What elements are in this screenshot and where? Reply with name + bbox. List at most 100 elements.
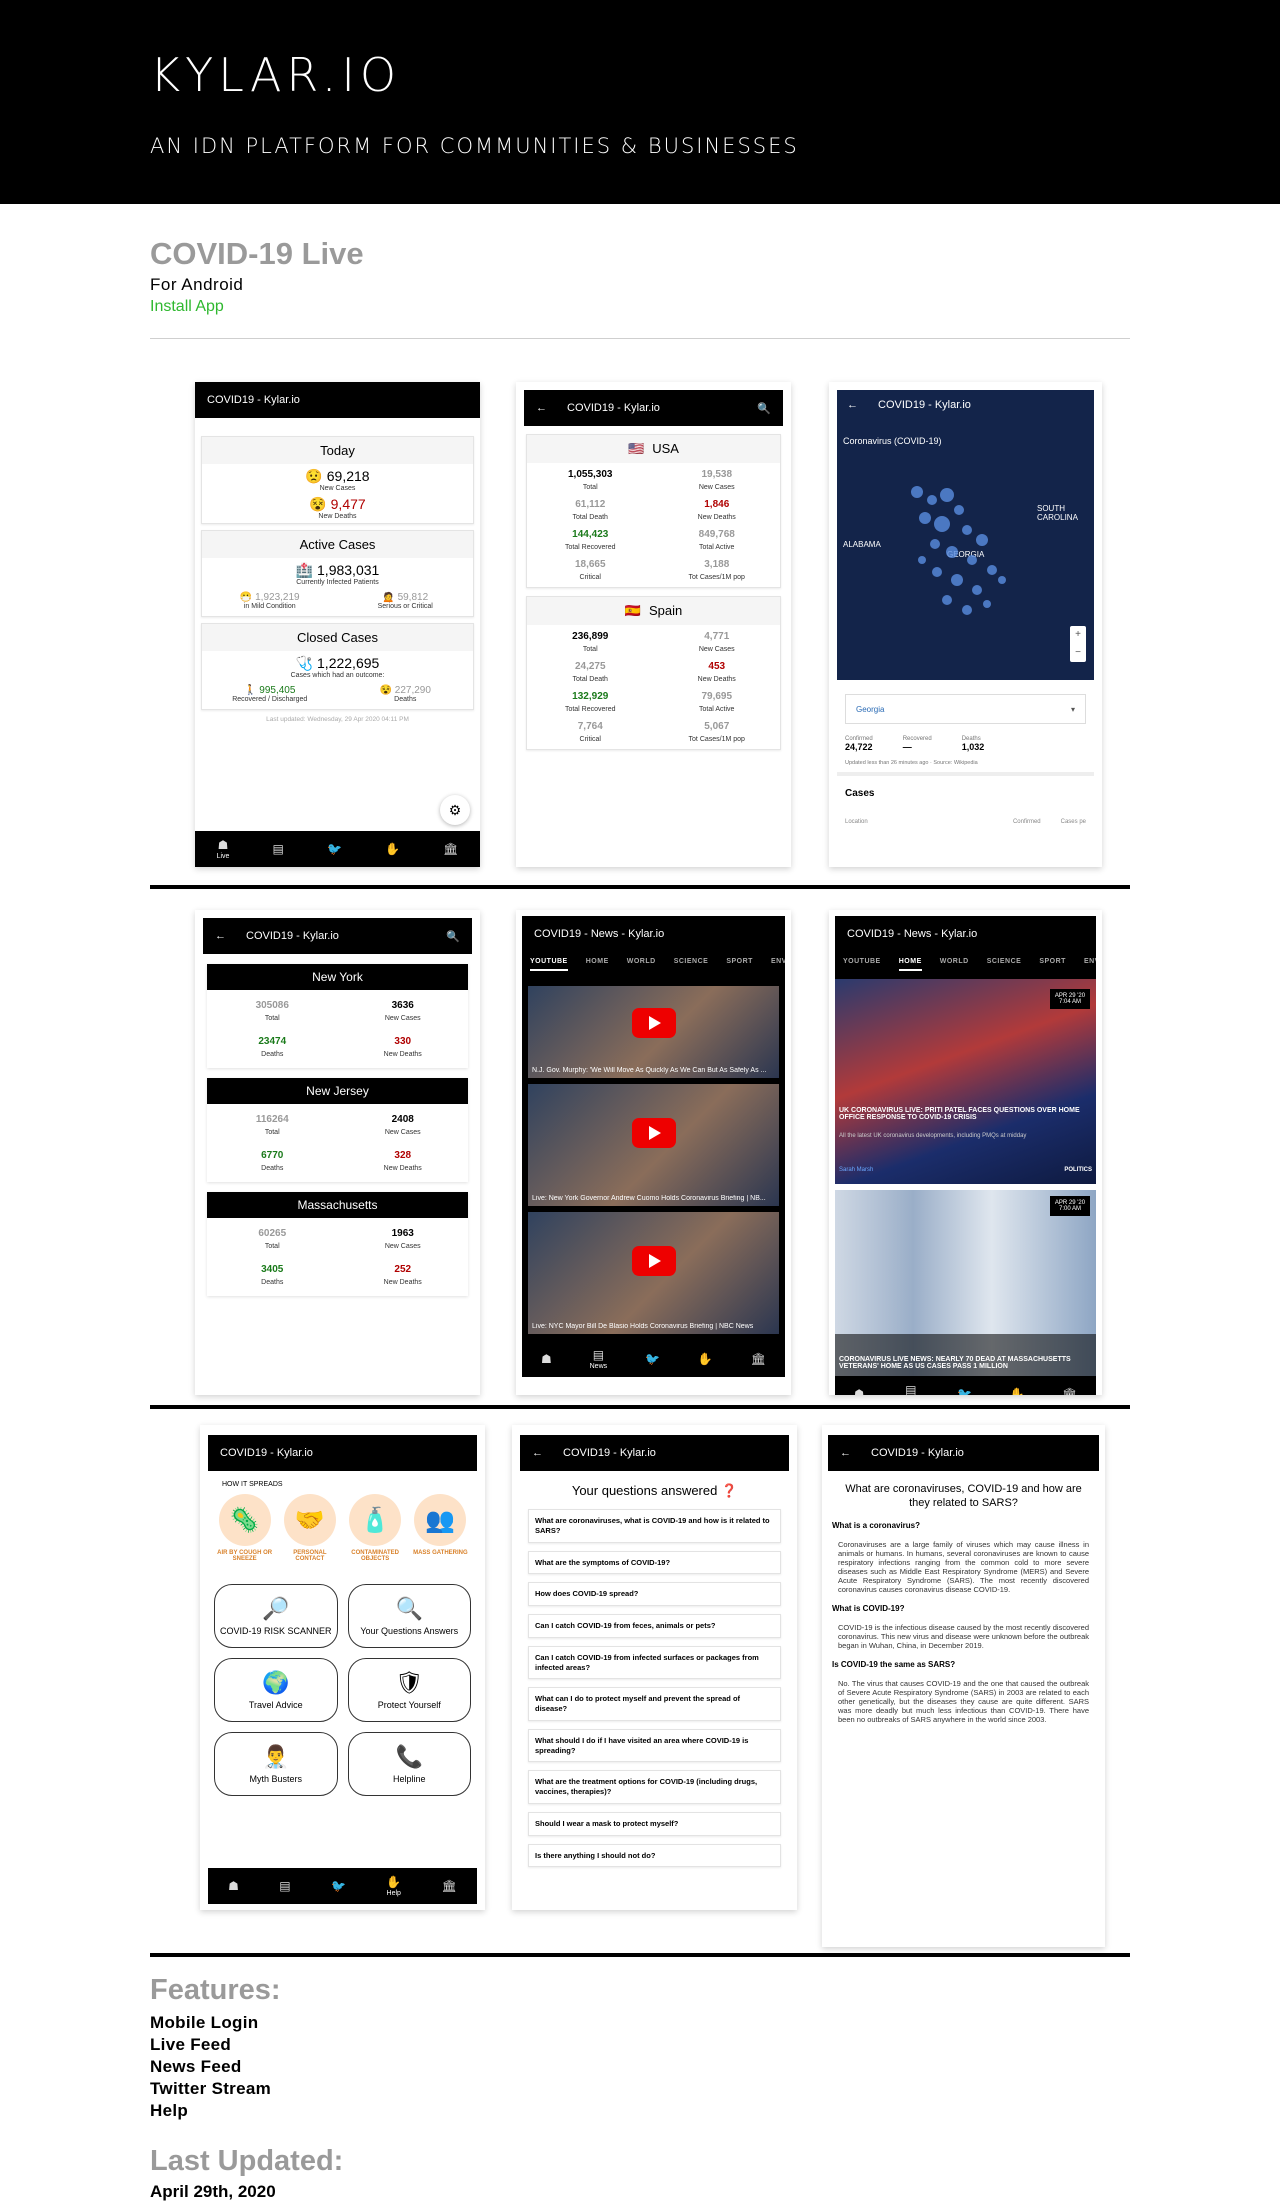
news-card-1[interactable]: APR 29 '20 7:04 AM UK CORONAVIRUS LIVE: … [835,979,1096,1184]
deaths-label: Deaths [394,696,417,703]
nav-news[interactable]: ▤News [590,1348,608,1370]
nav-live[interactable]: ☗ Live [217,838,230,860]
nav-twitter-icon[interactable]: 🐦 [331,1879,346,1893]
nav-twitter-icon[interactable]: 🐦 [645,1352,660,1366]
stat-cell: 144,423 Total Recovered [527,529,654,551]
deaths-value: 😵 227,290 [379,685,431,696]
tagline: AN IDN PLATFORM FOR COMMUNITIES & BUSINE… [150,134,799,158]
map-label-alabama: ALABAMA [843,540,881,549]
nav-help-icon[interactable]: ✋ [1010,1387,1025,1395]
nav-bank-icon[interactable]: 🏛 [751,1352,766,1366]
back-arrow-icon[interactable]: ← [532,1447,543,1459]
question-item[interactable]: How does COVID-19 spread? [528,1582,781,1606]
nav-live-icon[interactable]: ☗ [228,1879,239,1893]
tab-sport[interactable]: SPORT [1039,958,1066,971]
app-platform: For Android [150,275,244,294]
stat-label: Total [582,646,598,653]
question-item[interactable]: Can I catch COVID-19 from infected surfa… [528,1645,781,1680]
country-card[interactable]: 🇪🇸 Spain 236,899 Total 4,771 New Cases 24,275 T… [526,596,781,750]
tab-world[interactable]: WORLD [940,958,969,971]
stat-cell: 3405 Deaths [207,1264,338,1286]
play-icon[interactable] [631,1117,676,1148]
help-tile[interactable]: 🛡 Protect Yourself [347,1658,471,1722]
nav-news[interactable]: ▤News [902,1383,920,1395]
news-card-2[interactable]: APR 29 '20 7:00 AM CORONAVIRUS LIVE NEWS… [835,1190,1096,1376]
nav-twitter-icon[interactable]: 🐦 [957,1387,972,1395]
question-item[interactable]: What are the symptoms of COVID-19? [528,1550,781,1575]
divider [150,338,1130,339]
tab-sport[interactable]: SPORT [726,958,753,971]
question-item[interactable]: Can I catch COVID-19 from feces, animals… [528,1614,781,1638]
tab-envi[interactable]: ENVI [771,958,785,971]
stat-value: 7,764 [577,721,603,732]
search-icon[interactable]: 🔍 [446,930,460,943]
play-icon[interactable] [631,1245,676,1276]
nav-live-icon[interactable]: ☗ [541,1352,552,1366]
bottom-nav: ☗ Live ▤ 🐦 ✋ 🏛 [195,831,480,867]
serious-value: 🙍 59,812 [382,592,429,603]
install-app-link[interactable]: Install App [150,298,224,316]
video-thumbnail[interactable]: Live: NYC Mayor Bill De Blasio Holds Cor… [528,1212,779,1334]
tab-science[interactable]: SCIENCE [674,958,709,971]
state-card[interactable]: Massachusetts 60265 Total 1963 New Cases 3405… [207,1192,468,1296]
help-tile[interactable]: 👨‍⚕️ Myth Busters [214,1732,338,1796]
nav-live-icon[interactable]: ☗ [854,1387,865,1395]
back-arrow-icon[interactable]: ← [847,399,858,411]
nav-news-icon[interactable]: ▤ [279,1879,290,1893]
question-item[interactable]: What can I do to protect myself and prev… [528,1687,781,1721]
tab-science[interactable]: SCIENCE [987,958,1022,971]
back-arrow-icon[interactable]: ← [215,930,226,942]
question-item[interactable]: Should I wear a mask to protect myself? [528,1811,781,1836]
video-thumbnail[interactable]: Live: New York Governor Andrew Cuomo Hol… [528,1084,779,1206]
map-view[interactable]: ← COVID19 - Kylar.io Coronavirus (COVID-1… [837,390,1094,680]
nav-bank-icon[interactable]: 🏛 [442,1879,457,1893]
question-item[interactable]: What are the treatment options for COVID… [528,1770,781,1804]
help-tile[interactable]: 🌍 Travel Advice [214,1658,338,1722]
question-item[interactable]: Is there anything I should not do? [528,1843,781,1868]
nav-news-icon[interactable]: ▤ [273,842,284,856]
nav-twitter-icon[interactable]: 🐦 [327,842,342,856]
stat-value: 144,423 [572,529,609,540]
nav-help-icon[interactable]: ✋ [385,842,400,856]
serious-label: Serious or Critical [377,603,433,610]
app-bar-title: COVID19 - Kylar.io [878,399,971,411]
closed-cases-card: Closed Cases 🩺 1,222,695 Cases which had… [201,623,474,710]
nav-help-icon[interactable]: ✋ [698,1352,713,1366]
brand-logo[interactable]: KYLAR.IO [150,48,401,102]
news-date: APR 29 '20 7:04 AM [1050,989,1090,1009]
screenshot-map: ← COVID19 - Kylar.io Coronavirus (COVID-1… [829,382,1102,867]
divider [150,1953,1130,1957]
tab-world[interactable]: WORLD [627,958,656,971]
state-card[interactable]: New Jersey 116264 Total 2408 New Cases 6770 De… [207,1078,468,1182]
nav-bank-icon[interactable]: 🏛 [443,842,458,856]
news-tabs: YOUTUBE HOME WORLD SCIENCE SPORT ENVI [522,952,785,979]
nav-bank-icon[interactable]: 🏛 [1062,1387,1077,1395]
answer-question: What is a coronavirus? [832,1520,921,1530]
question-item[interactable]: What are coronaviruses, what is COVID-19… [528,1509,781,1543]
state-card[interactable]: New York 305086 Total 3636 New Cases 23474 Dea… [207,964,468,1068]
recovered-value: — [902,742,912,752]
tab-youtube[interactable]: YOUTUBE [843,958,881,971]
search-icon[interactable]: 🔍 [757,402,771,415]
question-item[interactable]: What should I do if I have visited an ar… [528,1728,781,1763]
video-thumbnail[interactable]: N.J. Gov. Murphy: 'We Will Move As Quick… [528,986,779,1078]
tab-home[interactable]: HOME [898,958,922,971]
app-bar-title: COVID19 - News - Kylar.io [534,928,665,940]
play-icon[interactable] [631,1007,676,1038]
back-arrow-icon[interactable]: ← [536,402,547,414]
back-arrow-icon[interactable]: ← [840,1447,851,1459]
tab-home[interactable]: HOME [586,958,609,971]
screenshot-news-home: COVID19 - News - Kylar.io YOUTUBE HOME WOR… [829,910,1102,1395]
video-title: N.J. Gov. Murphy: 'We Will Move As Quick… [532,1067,767,1074]
nav-help[interactable]: ✋ Help [386,1875,401,1897]
country-card[interactable]: 🇺🇸 USA 1,055,303 Total 19,538 New Cases 61,112… [526,434,781,588]
location-select[interactable]: Georgia ▾ [845,694,1086,724]
tab-env[interactable]: ENV [1084,958,1096,971]
help-tile[interactable]: 📞 Helpline [347,1732,471,1796]
help-tile[interactable]: 🔎 COVID-19 RISK SCANNER [214,1584,338,1648]
tab-youtube[interactable]: YOUTUBE [530,958,568,971]
help-tile[interactable]: 🔍 Your Questions Answers [347,1584,471,1648]
scan-fab-icon[interactable]: ⚙ [440,795,470,825]
zoom-controls[interactable]: + − [1070,626,1086,662]
stat-cell: 330 New Deaths [338,1036,469,1058]
